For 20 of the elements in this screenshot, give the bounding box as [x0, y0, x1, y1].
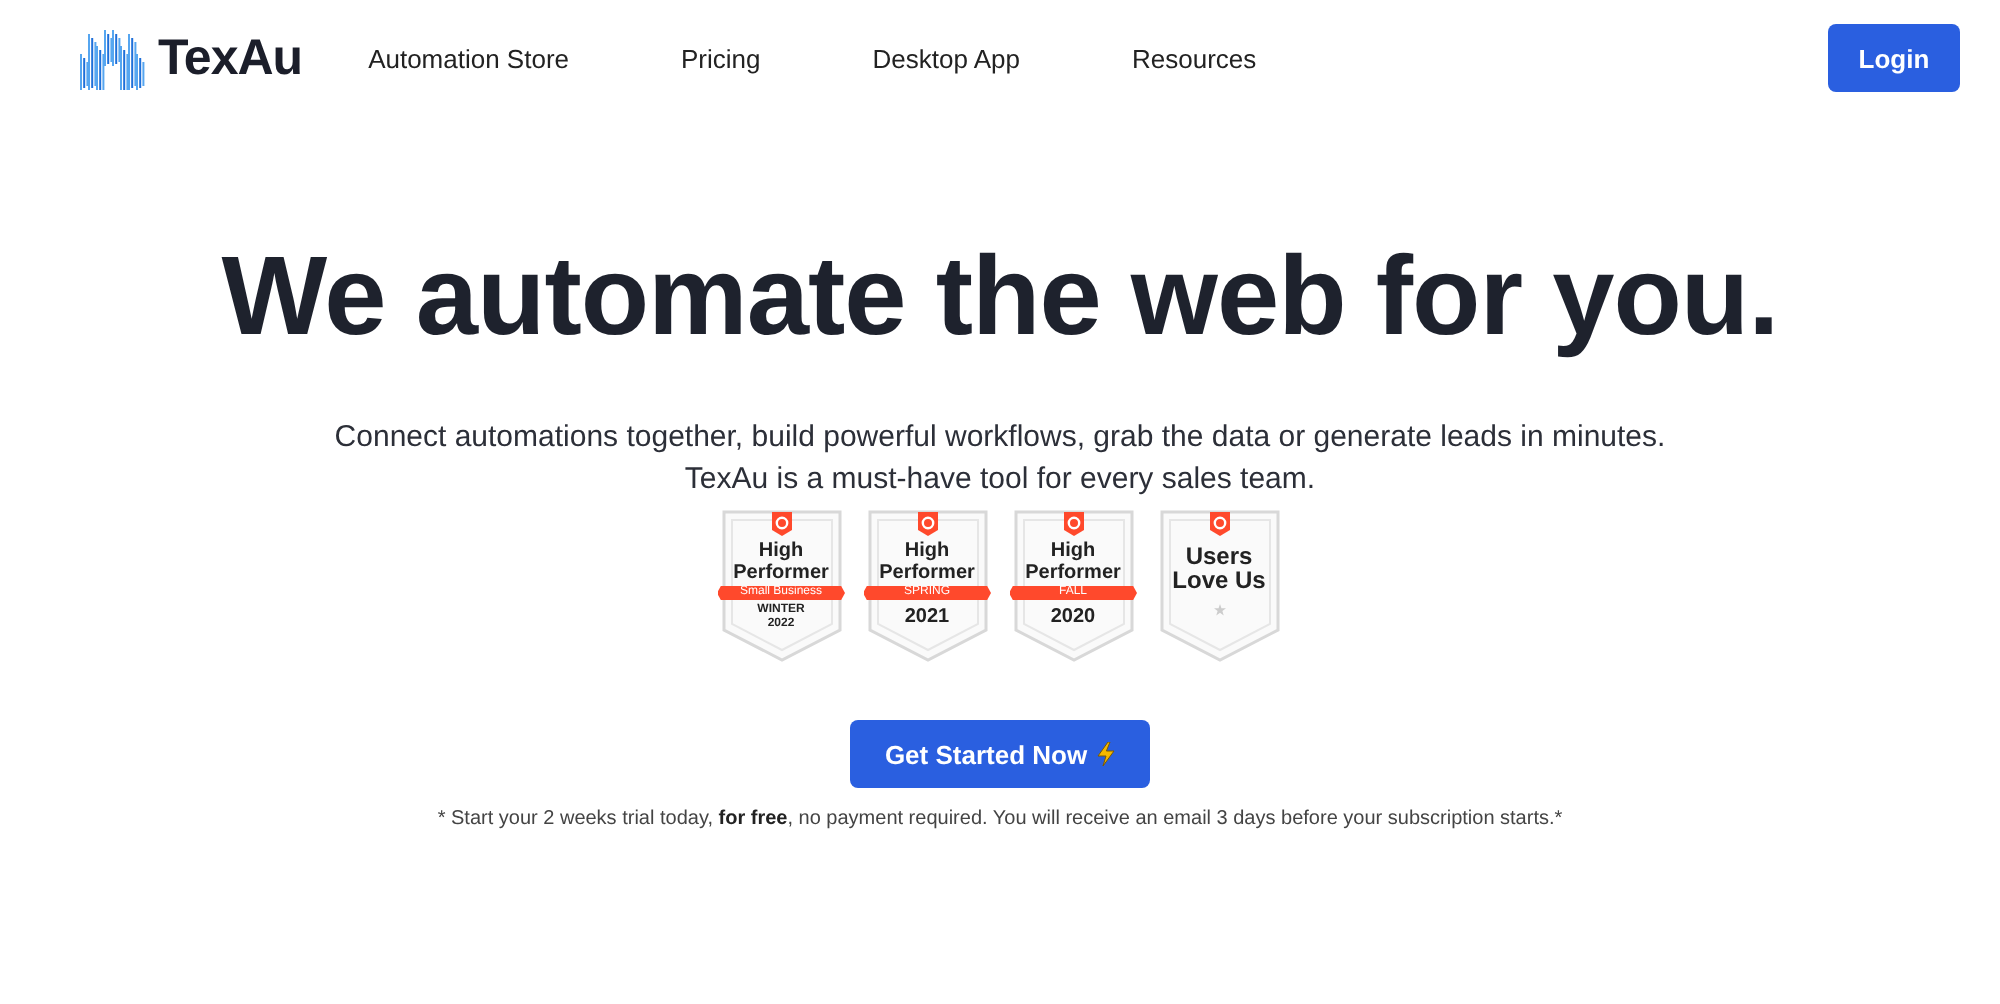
logo-text[interactable]: TexAu — [158, 29, 303, 87]
badge-title: High Performer — [1023, 540, 1123, 584]
nav-link[interactable]: Resources — [1131, 43, 1257, 73]
headline: We automate the web for you. — [221, 232, 1779, 360]
get-started-button[interactable]: Get Started Now — [850, 720, 1150, 788]
nav-link[interactable]: Pricing — [681, 43, 761, 73]
star-icon — [1213, 604, 1225, 616]
footnote: * Start your 2 weeks trial today, for free, no payment required. You will receive an email 3 days before your subscription starts.* — [437, 808, 1563, 830]
badge-period: 2021 — [904, 606, 950, 628]
login-button[interactable]: Login — [1828, 24, 1960, 92]
badge-period: 2020 — [1050, 606, 1096, 628]
logo-icon — [78, 26, 150, 90]
badge-title: Users Love Us — [1170, 544, 1268, 592]
badge-title: High Performer — [731, 540, 831, 584]
nav-link[interactable]: Automation Store — [368, 43, 570, 73]
subtitle-line: Connect automations together, build powerful workflows, grab the data or generate leads in minutes. — [334, 418, 1666, 458]
badge-title: High Performer — [877, 540, 977, 584]
lightning-icon — [1095, 742, 1116, 766]
nav-link[interactable]: Desktop App — [872, 43, 1020, 73]
subtitle-line: TexAu is a must-have tool for every sales team. — [684, 460, 1316, 500]
